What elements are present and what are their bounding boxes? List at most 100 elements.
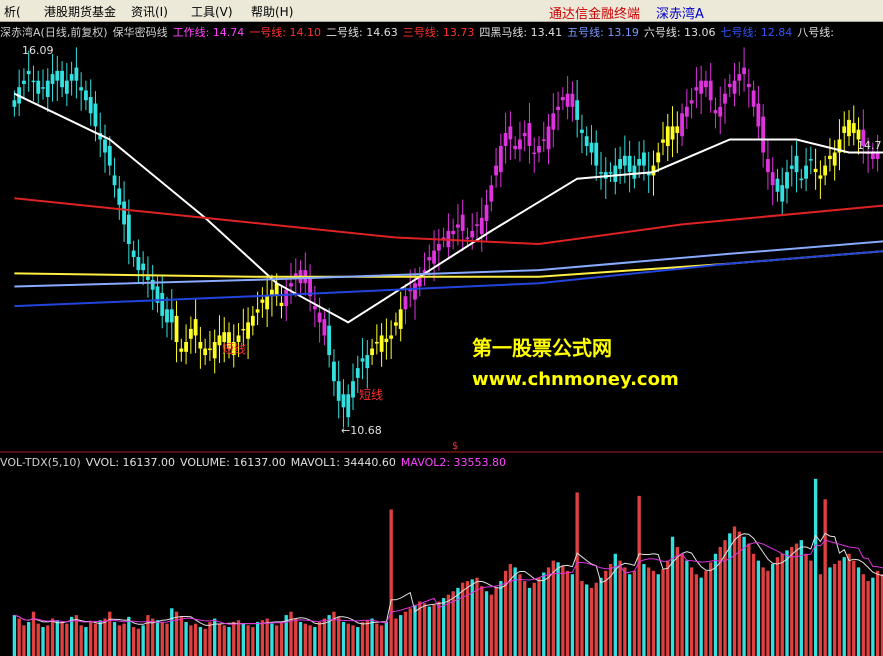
low-price-label: ←10.68 [341, 424, 382, 437]
volume-bar [189, 625, 193, 656]
broker-title: 通达信金融终端 [549, 7, 641, 22]
legend-item-1: 保华密码线 [112, 26, 168, 39]
candle-body [785, 172, 789, 189]
volume-bar [222, 625, 226, 656]
candle-body [665, 126, 670, 146]
volume-bar [856, 567, 861, 656]
candle-body [146, 276, 150, 280]
candle-body [508, 126, 513, 140]
candle-body [556, 106, 560, 111]
menu-item-1[interactable]: 港股期货基金 [44, 3, 116, 20]
short-line-label-1: 短线 [222, 342, 247, 356]
watermark: 第一股票公式网 www.chnmoney.com [472, 332, 679, 390]
volume-bar [246, 625, 250, 656]
candle-body [818, 175, 823, 179]
vol-legend-item-4: MAVOL2: 33553.80 [400, 456, 507, 469]
candle-body [50, 74, 55, 84]
candle-body [708, 80, 713, 101]
candle-body [637, 159, 642, 166]
volume-bar [375, 623, 379, 656]
candle-body [718, 106, 723, 117]
candle-body [618, 159, 622, 169]
candle-body [131, 250, 136, 258]
volume-bar [313, 627, 317, 656]
volume-bar [55, 620, 59, 656]
candle-body [351, 381, 355, 398]
volume-bar [89, 621, 93, 656]
volume-bar [561, 565, 565, 656]
vol-legend-item-0: VOL-TDX(5,10) [0, 456, 81, 469]
volume-bar [437, 601, 441, 656]
candle-body [847, 119, 851, 137]
volume-bar [589, 587, 594, 656]
volume-bar [699, 577, 703, 656]
candle-body [436, 244, 441, 251]
volume-bar [270, 623, 274, 656]
candle-body [184, 342, 188, 352]
candle-body [746, 83, 751, 88]
volume-bar [523, 581, 527, 656]
candle-body [12, 100, 17, 107]
volume-bar [761, 567, 765, 656]
candle-body [246, 322, 250, 339]
menu-item-0[interactable]: 析( [4, 3, 21, 20]
volume-bar [294, 618, 298, 656]
candle-body [389, 335, 394, 339]
volume-bar [804, 553, 808, 656]
volume-bar [670, 536, 675, 656]
volume-bar [656, 574, 660, 656]
volume-bar [227, 627, 231, 656]
legend-item-10: 八号线: [797, 26, 834, 39]
volume-bar [794, 543, 799, 656]
volume-bar [69, 616, 74, 656]
candle-body [775, 178, 780, 192]
volume-bar [713, 553, 718, 656]
menu-item-2[interactable]: 资讯(I) [131, 3, 168, 20]
volume-bar [413, 604, 417, 656]
volume-bar [108, 611, 112, 656]
volume-bar [279, 621, 284, 656]
candle-body [684, 106, 689, 117]
candle-body [675, 126, 680, 133]
volume-bar [470, 579, 474, 656]
right-edge-price-label: 14.7 [857, 139, 882, 152]
candle-body [112, 175, 117, 186]
volume-bar [823, 499, 827, 656]
main-chart-legend: 深赤湾A(日线,前复权) 保华密码线 工作线: 14.74 一号线: 14.10 二号线… [0, 24, 883, 40]
volume-bar [365, 620, 369, 656]
volume-bar [317, 621, 322, 656]
volume-bar [41, 627, 45, 656]
candle-body [31, 80, 36, 83]
volume-bar [494, 587, 498, 656]
candle-body [55, 70, 60, 81]
volume-bar [565, 570, 570, 656]
candle-body [856, 129, 861, 140]
menu-item-4[interactable]: 帮助(H) [251, 3, 293, 20]
price-chart[interactable] [0, 40, 883, 656]
volume-bar [203, 628, 207, 656]
candle-body [45, 80, 50, 97]
volume-bar [542, 572, 546, 656]
menu-item-3[interactable]: 工具(V) [191, 3, 233, 20]
volume-bar [351, 625, 355, 656]
volume-bar [499, 581, 503, 656]
volume-bar [170, 608, 174, 656]
volume-bar [337, 616, 341, 656]
dollar-marker: $ [452, 441, 459, 452]
volume-bar [98, 620, 102, 656]
volume-bar [527, 587, 532, 656]
volume-bar [122, 623, 126, 656]
candle-body [284, 289, 289, 307]
volume-bar [484, 591, 489, 656]
candle-body [384, 338, 389, 342]
candle-body [799, 178, 804, 181]
candle-body [360, 358, 365, 362]
candle-body [851, 123, 856, 133]
volume-bar [303, 623, 307, 656]
candle-body [79, 87, 84, 91]
candle-body [756, 103, 761, 127]
volume-bar [637, 495, 641, 656]
volume-bar [308, 625, 312, 656]
volume-bar [866, 581, 870, 656]
candle-body [451, 230, 456, 235]
